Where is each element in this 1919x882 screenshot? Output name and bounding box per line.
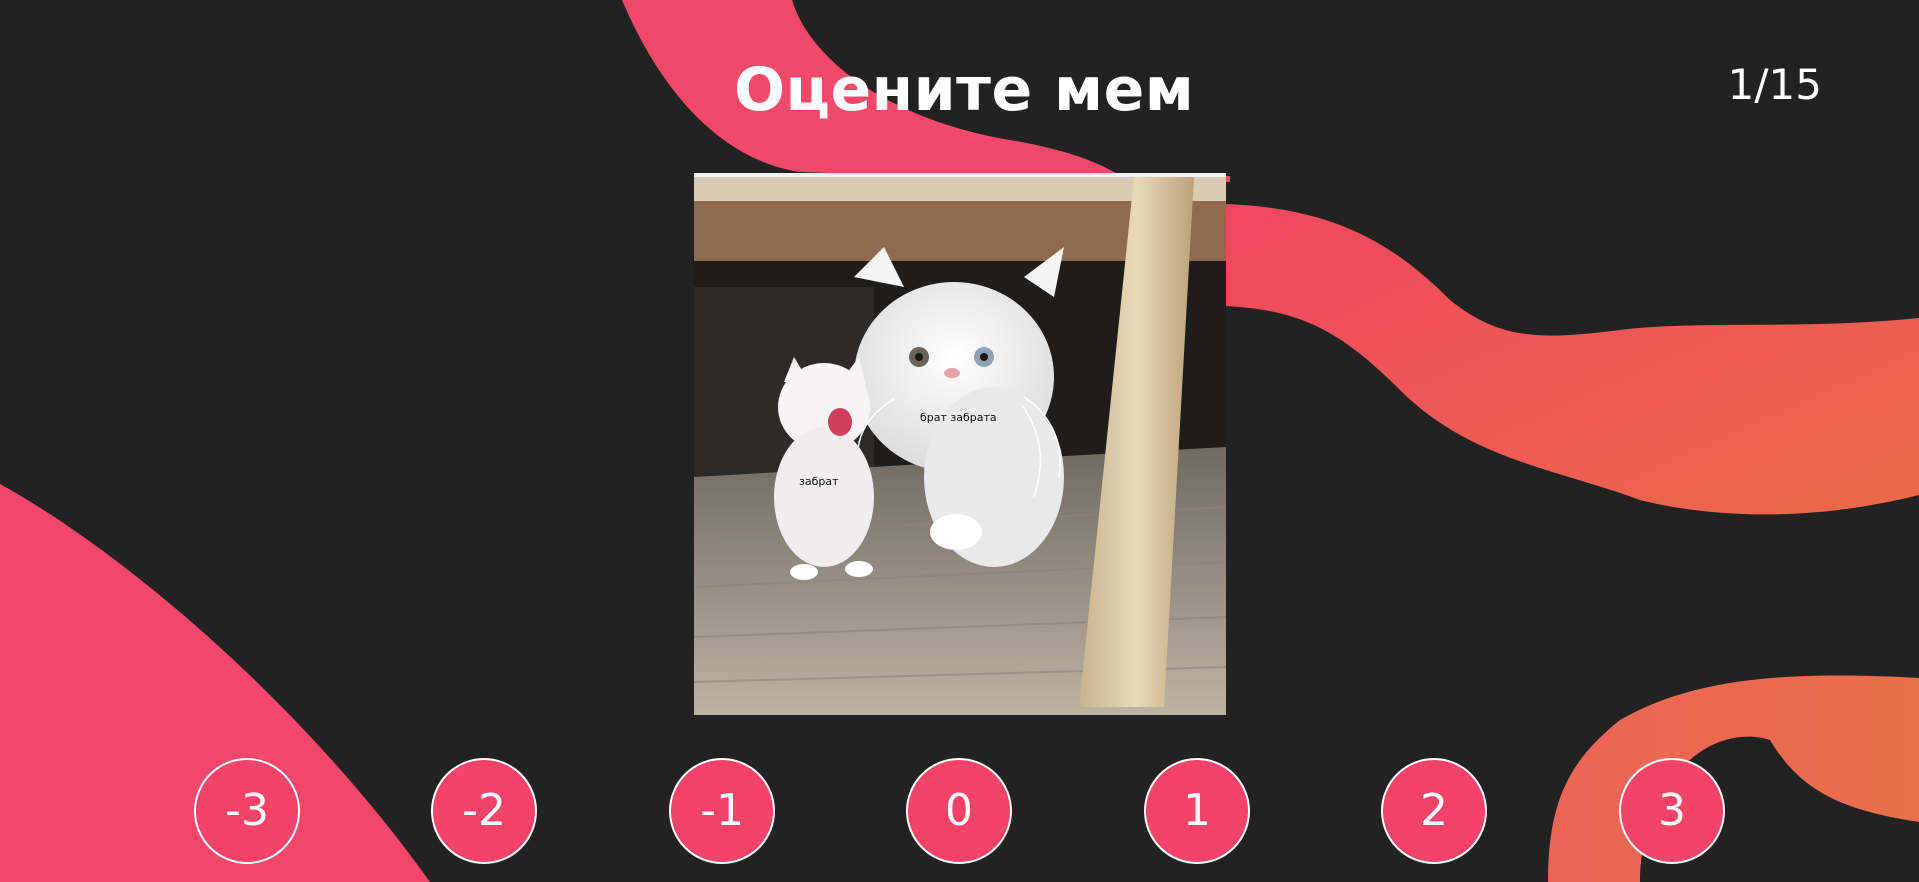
meme-image: брат забрата забрат xyxy=(694,173,1226,715)
rating-buttons: -3 -2 -1 0 1 2 3 xyxy=(0,758,1919,866)
meme-caption-big-cat: брат забрата xyxy=(920,411,997,424)
progress-counter: 1/15 xyxy=(1727,60,1822,109)
right-ribbon xyxy=(1226,204,1919,515)
rating-button-minus-3[interactable]: -3 xyxy=(194,758,300,864)
rating-button-minus-2[interactable]: -2 xyxy=(431,758,537,864)
page-title: Оцените мем xyxy=(734,55,1195,125)
rating-button-1[interactable]: 1 xyxy=(1144,758,1250,864)
rating-button-0[interactable]: 0 xyxy=(906,758,1012,864)
meme-caption-kitten: забрат xyxy=(799,475,839,488)
rating-button-minus-1[interactable]: -1 xyxy=(669,758,775,864)
rating-button-2[interactable]: 2 xyxy=(1381,758,1487,864)
meme-photo xyxy=(694,177,1226,715)
rating-button-3[interactable]: 3 xyxy=(1619,758,1725,864)
